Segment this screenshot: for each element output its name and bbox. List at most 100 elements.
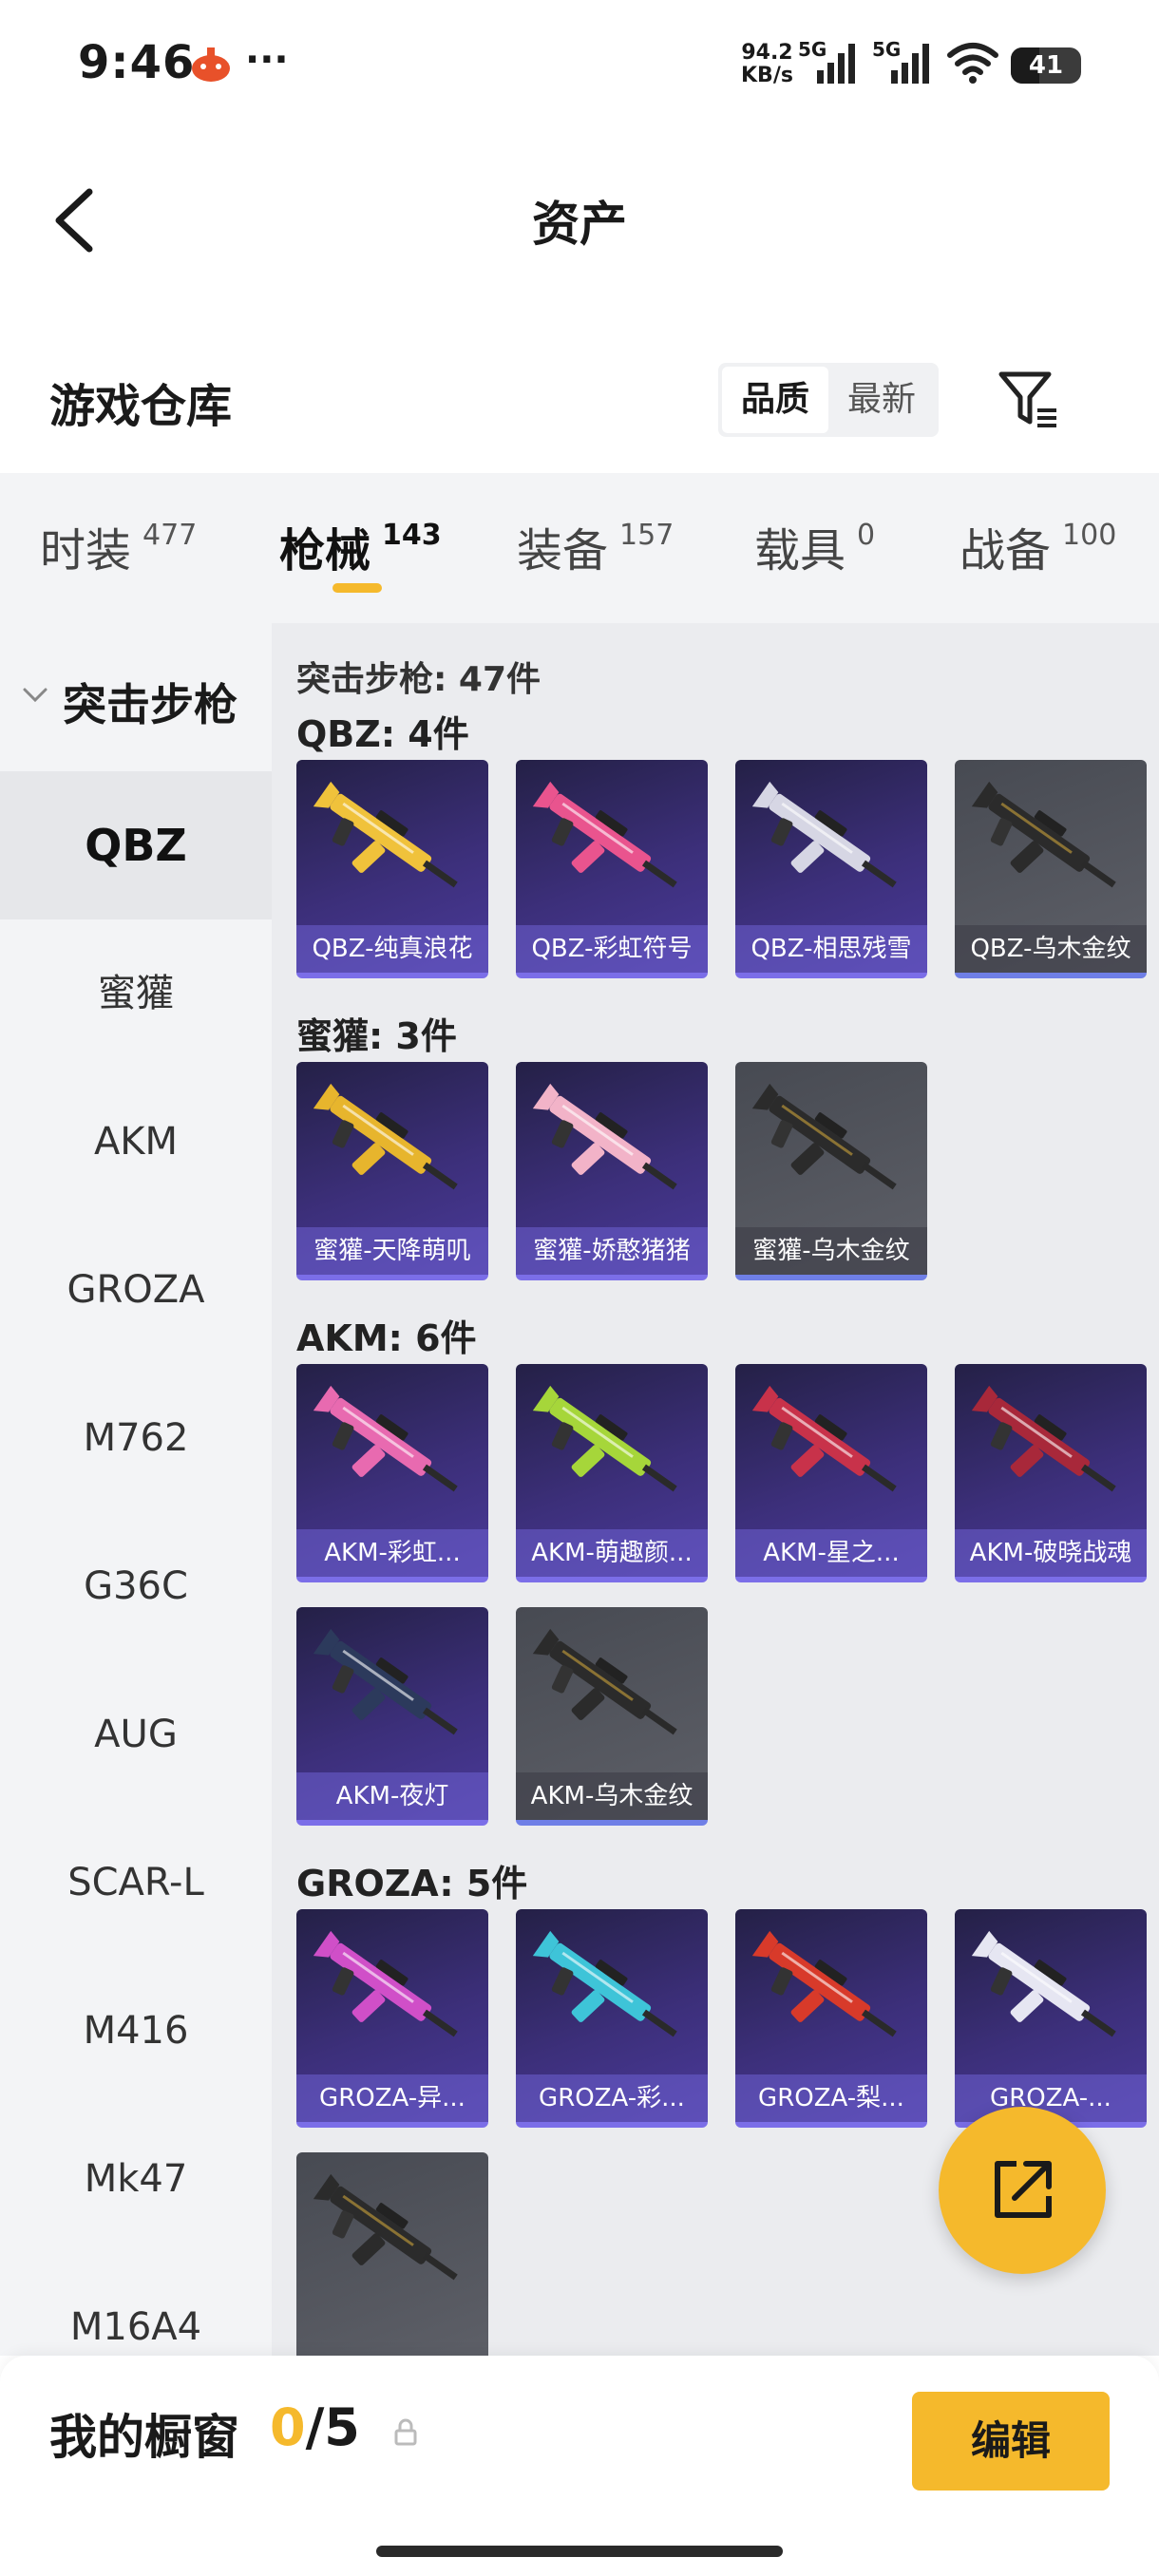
weapon-skin-card[interactable]: AKM-乌木金纹 [516, 1607, 708, 1826]
weapon-skin-name: AKM-彩虹... [296, 1529, 488, 1577]
weapon-skin-card[interactable]: AKM-破晓战魂 [955, 1364, 1147, 1582]
top-app-bar: 资产 [0, 152, 1159, 285]
speed-value: 94.2 [741, 41, 793, 65]
sidebar-item-g36c[interactable]: G36C [0, 1512, 272, 1660]
tab-label: 时装 [40, 524, 132, 578]
weapon-skin-card[interactable]: GROZA-梨... [735, 1909, 927, 2128]
sidebar-item-m416[interactable]: M416 [0, 1957, 272, 2105]
home-indicator [376, 2546, 783, 2557]
weapon-skin-name: AKM-乌木金纹 [516, 1772, 708, 1820]
group-title: 蜜獾: 3件 [296, 1015, 457, 1057]
weapon-skin-image [751, 1385, 897, 1492]
weapon-skin-card[interactable]: AKM-夜灯 [296, 1607, 488, 1826]
share-icon [995, 2161, 1052, 2218]
chevron-down-icon [23, 688, 48, 703]
tab-count: 0 [857, 519, 876, 552]
page-title: 资产 [532, 197, 627, 252]
weapon-skin-name: AKM-萌趣颜... [516, 1529, 708, 1577]
showcase-bar: 我的橱窗 0/5 编辑 [0, 2356, 1159, 2576]
weapon-skin-image [751, 781, 897, 888]
share-button[interactable] [939, 2107, 1106, 2274]
battery-icon: 41 [1011, 47, 1081, 84]
weapon-skin-card[interactable]: GROZA-彩... [516, 1909, 708, 2128]
wifi-icon [947, 43, 998, 84]
showcase-max: /5 [305, 2397, 360, 2457]
weapon-skin-name: QBZ-纯真浪花 [296, 925, 488, 973]
group-title: QBZ: 4件 [296, 713, 469, 755]
weapon-skin-card[interactable]: AKM-星之... [735, 1364, 927, 1582]
weapon-skin-image [313, 1083, 458, 1190]
weapon-skin-image [313, 1930, 458, 2037]
weapon-skin-card[interactable]: QBZ-纯真浪花 [296, 760, 488, 978]
weapon-skin-card[interactable]: QBZ-彩虹符号 [516, 760, 708, 978]
weapon-skin-image [971, 1930, 1116, 2037]
weapon-grid-area: 突击步枪: 47件 QBZ: 4件 QBZ-纯真浪花 QBZ-彩虹符号 QBZ-相思残… [272, 623, 1159, 2356]
weapon-skin-name: QBZ-彩虹符号 [516, 925, 708, 973]
tab-label: 载具 [754, 524, 846, 578]
sort-option-latest[interactable]: 最新 [828, 367, 935, 433]
status-bar: 9:46 ··· 94.2 KB/s 5G 5G 41 [0, 0, 1159, 133]
tab-equipment[interactable]: 装备 157 [517, 513, 674, 579]
sidebar-item-qbz[interactable]: QBZ [0, 771, 272, 919]
weapon-skin-name: 蜜獾-天降萌叽 [296, 1227, 488, 1275]
sort-option-quality[interactable]: 品质 [722, 367, 828, 433]
tab-weapons[interactable]: 枪械 143 [279, 513, 442, 579]
section-title: 游戏仓库 [49, 380, 233, 433]
weapon-skin-image [313, 1628, 458, 1735]
sidebar-item--[interactable]: 蜜獾 [0, 919, 272, 1068]
weapon-skin-name: QBZ-乌木金纹 [955, 925, 1147, 973]
tab-vehicles[interactable]: 载具 0 [754, 513, 875, 579]
signal-icon [817, 44, 855, 84]
tab-supplies[interactable]: 战备 100 [960, 513, 1116, 579]
weapon-skin-card[interactable] [296, 2152, 488, 2356]
sidebar-item-groza[interactable]: GROZA [0, 1216, 272, 1364]
sort-toggle: 品质 最新 [718, 363, 939, 437]
weapon-skin-image [971, 781, 1116, 888]
weapon-skin-card[interactable]: GROZA-异... [296, 1909, 488, 2128]
sidebar-category-header[interactable]: 突击步枪 [0, 623, 272, 771]
weapon-skin-image [532, 781, 677, 888]
tab-count: 157 [619, 519, 674, 552]
weapon-skin-image [971, 1385, 1116, 1492]
sidebar-item-akm[interactable]: AKM [0, 1068, 272, 1216]
tab-count: 143 [382, 519, 442, 552]
tab-label: 枪械 [279, 524, 371, 578]
weapon-skin-name: GROZA-异... [296, 2074, 488, 2122]
showcase-label: 我的橱窗 [49, 2410, 239, 2465]
weapon-skin-card[interactable]: QBZ-乌木金纹 [955, 760, 1147, 978]
weapon-skin-card[interactable]: QBZ-相思残雪 [735, 760, 927, 978]
sidebar-item-scar-l[interactable]: SCAR-L [0, 1809, 272, 1957]
active-tab-indicator [332, 583, 382, 593]
edit-button[interactable]: 编辑 [912, 2392, 1110, 2491]
weapon-skin-image [751, 1083, 897, 1190]
sidebar-item-m16a4[interactable]: M16A4 [0, 2253, 272, 2356]
weapon-skin-image [532, 1083, 677, 1190]
app-notification-icon [192, 47, 230, 82]
weapon-skin-image [532, 1385, 677, 1492]
sidebar-item-m762[interactable]: M762 [0, 1364, 272, 1512]
sidebar-item-mk47[interactable]: Mk47 [0, 2105, 272, 2253]
weapon-sidebar: 突击步枪 QBZ 蜜獾 AKM GROZA M762 G36C AUG SCAR-L M416 M… [0, 623, 272, 2356]
filter-icon[interactable] [996, 367, 1060, 431]
weapon-skin-image [313, 1385, 458, 1492]
weapon-skin-card[interactable]: AKM-萌趣颜... [516, 1364, 708, 1582]
showcase-current: 0 [270, 2397, 306, 2457]
sidebar-item-aug[interactable]: AUG [0, 1660, 272, 1809]
sidebar-category-label: 突击步枪 [63, 679, 238, 730]
more-notifications-icon: ··· [245, 38, 289, 82]
weapon-skin-card[interactable]: GROZA-... [955, 1909, 1147, 2128]
weapon-skin-card[interactable]: 蜜獾-天降萌叽 [296, 1062, 488, 1280]
group-title: GROZA: 5件 [296, 1863, 528, 1904]
category-tabs: 时装 477 枪械 143 装备 157 载具 0 战备 100 [0, 473, 1159, 623]
weapon-skin-name: GROZA-彩... [516, 2074, 708, 2122]
group-title: AKM: 6件 [296, 1317, 477, 1359]
weapon-skin-card[interactable]: AKM-彩虹... [296, 1364, 488, 1582]
weapon-skin-card[interactable]: 蜜獾-娇憨猪猪 [516, 1062, 708, 1280]
signal-icon-2 [891, 44, 929, 84]
weapon-skin-name: AKM-夜灯 [296, 1772, 488, 1820]
category-total: 突击步枪: 47件 [296, 660, 542, 699]
tab-costume[interactable]: 时装 477 [40, 513, 197, 579]
weapon-skin-name: AKM-破晓战魂 [955, 1529, 1147, 1577]
weapon-skin-image [751, 1930, 897, 2037]
weapon-skin-card[interactable]: 蜜獾-乌木金纹 [735, 1062, 927, 1280]
